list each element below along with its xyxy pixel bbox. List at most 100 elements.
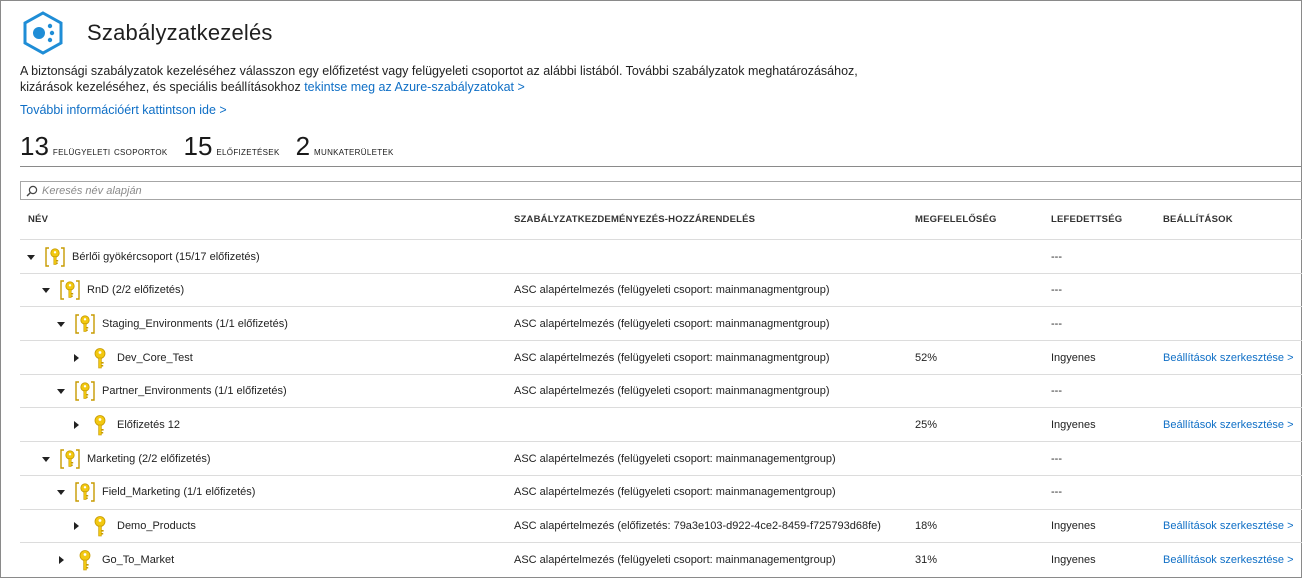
subscriptions-counter: 15 Előfizetések [183, 131, 279, 162]
row-name-cell: Dev_Core_Test [70, 341, 193, 374]
column-header-coverage[interactable]: LEFEDETTSÉG [1051, 214, 1122, 225]
row-assignment: ASC alapértelmezés (felügyeleti csoport:… [514, 385, 830, 398]
counter-value: 13 [20, 131, 49, 161]
row-name-cell: Staging_Environments (1/1 előfizetés) [55, 307, 288, 340]
row-coverage: Ingyenes [1051, 418, 1096, 431]
security-center-logo-icon [23, 11, 63, 55]
row-name: Dev_Core_Test [117, 351, 193, 364]
page-header: Szabályzatkezelés [21, 11, 273, 55]
tree-row[interactable]: Staging_Environments (1/1 előfizetés) ASC… [20, 306, 1302, 340]
row-name: Partner_Environments (1/1 előfizetés) [102, 385, 287, 398]
caret-down-icon[interactable] [40, 284, 52, 296]
row-coverage: --- [1051, 250, 1062, 263]
management-group-key-icon [58, 278, 82, 302]
row-compliance: 18% [915, 520, 938, 532]
row-name-cell: Marketing (2/2 előfizetés) [40, 442, 211, 475]
row-name-cell: Bérlői gyökércsoport (15/17 előfizetés) [25, 240, 260, 273]
search-box[interactable] [20, 181, 1302, 200]
subscription-key-icon [88, 413, 112, 437]
row-assignment: ASC alapértelmezés (felügyeleti csoport:… [514, 486, 836, 499]
tree-row[interactable]: Dev_Core_Test ASC alapértelmezés (felügye… [20, 340, 1302, 374]
edit-settings-link[interactable]: Beállítások szerkesztése > [1163, 341, 1294, 374]
tree-row[interactable]: Partner_Environments (1/1 előfizetés) ASC… [20, 373, 1302, 408]
row-coverage: Ingyenes [1051, 351, 1096, 364]
row-name: Go_To_Market [102, 553, 175, 566]
row-name-cell: Field_Marketing (1/1 előfizetés) [55, 476, 255, 509]
row-name: RnD (2/2 előfizetés) [87, 284, 185, 297]
row-compliance: 31% [915, 553, 938, 566]
row-name-cell: RnD (2/2 előfizetés) [40, 274, 184, 307]
column-header-name[interactable]: NÉV [28, 214, 48, 225]
row-coverage: --- [1051, 385, 1062, 398]
row-coverage: Ingyenes [1051, 520, 1096, 532]
summary-counters: 13 Felügyeleti csoportok 15 Előfizetések… [20, 131, 410, 162]
row-assignment: ASC alapértelmezés (előfizetés: 79a3e103… [514, 520, 881, 532]
edit-settings-link[interactable]: Beállítások szerkesztése > [1163, 510, 1294, 543]
caret-right-icon[interactable] [70, 419, 82, 431]
policy-tree-table: Bérlői gyökércsoport (15/17 előfizetés) -… [20, 239, 1302, 576]
caret-down-icon[interactable] [55, 486, 67, 498]
row-assignment: ASC alapértelmezés (felügyeleti csoport:… [514, 553, 836, 566]
caret-right-icon[interactable] [55, 554, 67, 566]
column-header-assignment[interactable]: SZABÁLYZATKEZDEMÉNYEZÉS-HOZZÁRENDELÉS [514, 214, 755, 225]
row-name: Marketing (2/2 előfizetés) [87, 452, 211, 465]
counter-value: 2 [295, 131, 311, 161]
caret-down-icon[interactable] [55, 318, 67, 330]
counter-label: Előfizetések [216, 146, 280, 158]
caret-right-icon[interactable] [70, 520, 82, 532]
tree-row[interactable]: Demo_Products ASC alapértelmezés (előfize… [20, 508, 1302, 543]
management-group-key-icon [58, 447, 82, 471]
tree-row[interactable]: Go_To_Market ASC alapértelmezés (felügyel… [20, 542, 1302, 576]
row-coverage: --- [1051, 452, 1062, 465]
row-coverage: --- [1051, 284, 1062, 297]
page-title: Szabályzatkezelés [87, 20, 273, 45]
row-assignment: ASC alapértelmezés (felügyeleti csoport:… [514, 284, 830, 297]
tree-row[interactable]: Bérlői gyökércsoport (15/17 előfizetés) -… [20, 239, 1302, 273]
row-name: Bérlői gyökércsoport (15/17 előfizetés) [72, 250, 260, 263]
row-name-cell: Partner_Environments (1/1 előfizetés) [55, 375, 287, 408]
row-coverage: --- [1051, 317, 1062, 330]
row-name-cell: Előfizetés 12 [70, 408, 180, 441]
column-header-compliance[interactable]: MEGFELELŐSÉG [915, 214, 997, 225]
row-name-cell: Demo_Products [70, 510, 196, 543]
search-icon [26, 185, 38, 196]
subscription-key-icon [88, 346, 112, 370]
counter-value: 15 [183, 131, 213, 161]
divider [20, 166, 1302, 167]
row-coverage: --- [1051, 486, 1062, 499]
subscription-key-icon [88, 514, 112, 538]
row-assignment: ASC alapértelmezés (felügyeleti csoport:… [514, 452, 836, 465]
caret-down-icon[interactable] [40, 453, 52, 465]
row-name-cell: Go_To_Market [55, 543, 174, 576]
azure-policy-link[interactable]: tekintse meg az Azure-szabályzatokat > [304, 80, 525, 94]
row-name: Field_Marketing (1/1 előfizetés) [102, 486, 256, 499]
counter-label: Felügyeleti csoportok [52, 146, 168, 158]
management-group-key-icon [73, 379, 97, 403]
management-group-key-icon [73, 480, 97, 504]
caret-down-icon[interactable] [25, 251, 37, 263]
tree-row[interactable]: Előfizetés 12 25% Ingyenes Beállítások szer… [20, 407, 1302, 441]
row-assignment: ASC alapértelmezés (felügyeleti csoport:… [514, 351, 830, 364]
column-header-settings[interactable]: BEÁLLÍTÁSOK [1163, 214, 1233, 225]
caret-down-icon[interactable] [55, 385, 67, 397]
counter-label: Munkaterületek [314, 146, 394, 158]
tree-row[interactable]: RnD (2/2 előfizetés) ASC alapértelmezés (… [20, 272, 1302, 307]
tree-row[interactable]: Marketing (2/2 előfizetés) ASC alapértelm… [20, 441, 1302, 475]
caret-right-icon[interactable] [70, 352, 82, 364]
tree-row[interactable]: Field_Marketing (1/1 előfizetés) ASC alap… [20, 474, 1302, 509]
more-info-link[interactable]: További információért kattintson ide > [20, 103, 227, 117]
edit-settings-link[interactable]: Beállítások szerkesztése > [1163, 543, 1294, 576]
row-name: Demo_Products [117, 520, 196, 532]
row-assignment: ASC alapértelmezés (felügyeleti csoport:… [514, 317, 830, 330]
search-input[interactable] [42, 184, 1242, 197]
management-group-key-icon [73, 312, 97, 336]
row-compliance: 25% [915, 418, 938, 431]
subscription-key-icon [73, 548, 97, 572]
policy-management-page: Szabályzatkezelés A biztonsági szabályza… [0, 0, 1302, 578]
row-coverage: Ingyenes [1051, 553, 1096, 566]
row-name: Staging_Environments (1/1 előfizetés) [102, 317, 288, 330]
workspaces-counter: 2 Munkaterületek [296, 131, 394, 162]
management-groups-counter: 13 Felügyeleti csoportok [20, 131, 167, 162]
edit-settings-link[interactable]: Beállítások szerkesztése > [1163, 408, 1294, 441]
row-name: Előfizetés 12 [117, 418, 180, 431]
